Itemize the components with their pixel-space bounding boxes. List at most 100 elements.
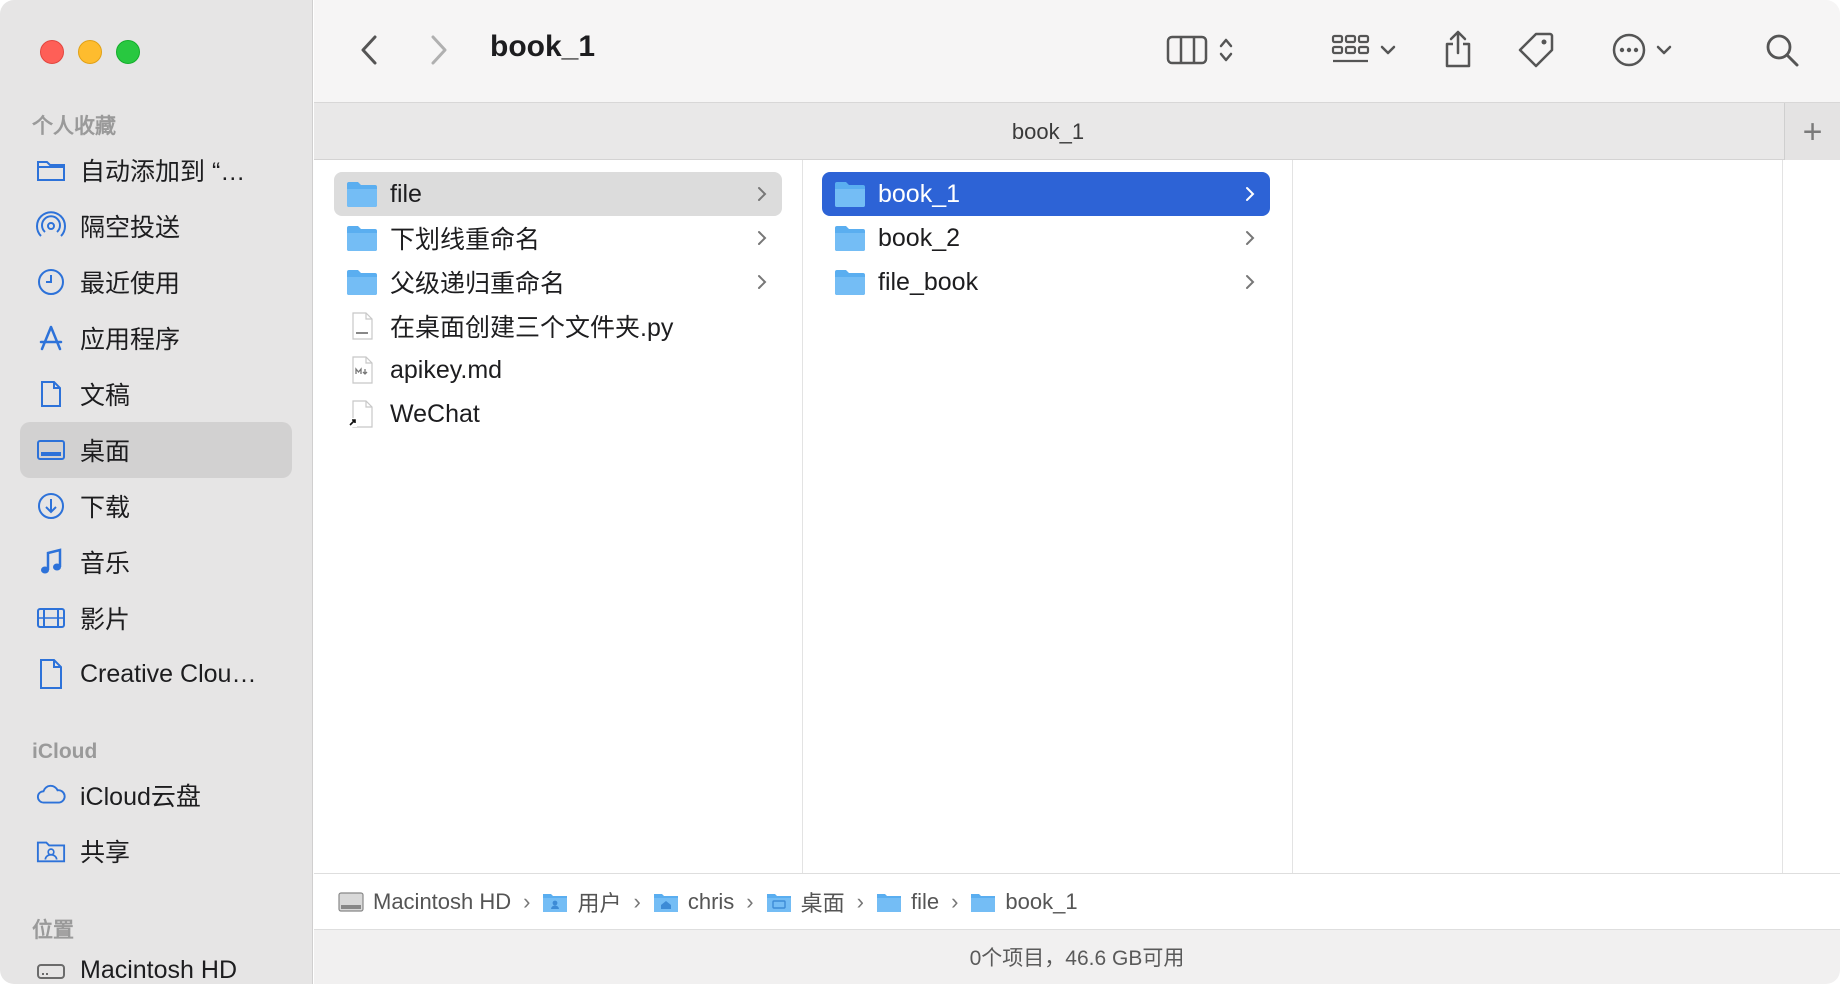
- home-folder-icon: [653, 893, 678, 912]
- breadcrumb-users[interactable]: 用户: [542, 886, 622, 918]
- alias-icon: [348, 400, 373, 428]
- chevron-right-icon: ›: [856, 888, 864, 914]
- sidebar-item-downloads[interactable]: 下载: [20, 478, 292, 534]
- sidebar-item-recents[interactable]: 最近使用: [20, 254, 292, 310]
- locations-header: 位置: [32, 919, 74, 942]
- tags-button[interactable]: [1514, 26, 1558, 74]
- window-title: book_1: [490, 30, 596, 63]
- document-icon: [36, 379, 66, 409]
- list-item[interactable]: 父级递归重命名: [334, 260, 782, 304]
- sidebar: 个人收藏 自动添加到 “… 隔空投送 最近使用 应用程序 文稿 桌面 下载 音乐…: [0, 0, 313, 984]
- sidebar-item-airdrop[interactable]: 隔空投送: [20, 198, 292, 254]
- sidebar-item-desktop[interactable]: 桌面: [20, 422, 292, 478]
- shared-folder-icon: [36, 836, 66, 866]
- desktop-folder-icon: [766, 893, 791, 912]
- chevron-updown-icon: [1219, 38, 1233, 62]
- column-browser: file 下划线重命名 父级递归重命名 在桌面创建三个文件夹.py apikey…: [314, 160, 1840, 873]
- breadcrumb-book-1[interactable]: book_1: [970, 889, 1078, 915]
- chevron-down-icon: [1380, 45, 1396, 55]
- grid-icon: [1331, 34, 1370, 63]
- chevron-right-icon: [1246, 187, 1255, 201]
- share-button[interactable]: [1438, 24, 1478, 74]
- sidebar-item-icloud-drive[interactable]: iCloud云盘: [20, 767, 292, 823]
- markdown-file-icon: [352, 356, 373, 384]
- list-item[interactable]: file: [334, 172, 782, 216]
- chevron-right-icon: ›: [633, 888, 641, 914]
- desktop-icon: [36, 435, 66, 465]
- folder-icon: [835, 226, 865, 251]
- sidebar-item-shared[interactable]: 共享: [20, 823, 292, 879]
- chevron-right-icon: [431, 35, 447, 65]
- chevron-right-icon: [1246, 231, 1255, 245]
- sidebar-item-label: 影片: [80, 606, 131, 634]
- folder-icon: [36, 155, 66, 185]
- disk-icon: [36, 955, 66, 984]
- sidebar-item-label: 桌面: [80, 438, 131, 466]
- chevron-right-icon: [1246, 275, 1255, 289]
- chevron-left-icon: [361, 35, 377, 65]
- sidebar-item-applications[interactable]: 应用程序: [20, 310, 292, 366]
- sidebar-item-label: 音乐: [80, 550, 131, 578]
- chevron-right-icon: [758, 275, 767, 289]
- tab-bar: book_1 +: [314, 102, 1840, 161]
- breadcrumb-macintosh-hd[interactable]: Macintosh HD: [338, 889, 511, 915]
- share-icon: [1445, 30, 1471, 68]
- column-3: [1293, 160, 1783, 873]
- forward-button[interactable]: [424, 30, 454, 70]
- cloud-icon: [36, 780, 66, 810]
- search-icon: [1766, 34, 1799, 67]
- download-icon: [36, 491, 66, 521]
- close-window-button[interactable]: [40, 40, 64, 64]
- sidebar-item-label: 下载: [80, 494, 131, 522]
- column-1: file 下划线重命名 父级递归重命名 在桌面创建三个文件夹.py apikey…: [314, 160, 803, 873]
- sidebar-item-movies[interactable]: 影片: [20, 590, 292, 646]
- disk-icon: [338, 891, 364, 912]
- favorites-header: 个人收藏: [32, 115, 116, 138]
- folder-icon: [835, 182, 865, 207]
- breadcrumb-chris[interactable]: chris: [653, 889, 734, 915]
- window-controls: [40, 40, 140, 64]
- file-icon: [36, 659, 66, 689]
- list-item[interactable]: book_1: [822, 172, 1270, 216]
- sidebar-item-label: 文稿: [80, 382, 131, 410]
- sidebar-item-documents[interactable]: 文稿: [20, 366, 292, 422]
- new-tab-button[interactable]: +: [1784, 103, 1840, 161]
- chevron-right-icon: ›: [523, 888, 531, 914]
- sidebar-item-creative-cloud[interactable]: Creative Clou…: [20, 646, 292, 702]
- columns-view-icon: [1166, 35, 1208, 65]
- back-button[interactable]: [354, 30, 384, 70]
- chevron-right-icon: [758, 187, 767, 201]
- breadcrumb-desktop[interactable]: 桌面: [766, 886, 845, 918]
- python-file-icon: [352, 312, 373, 340]
- sidebar-item-music[interactable]: 音乐: [20, 534, 292, 590]
- group-button[interactable]: [1324, 28, 1404, 72]
- tag-icon: [1518, 32, 1554, 68]
- search-button[interactable]: [1760, 28, 1804, 72]
- view-mode-button[interactable]: [1160, 28, 1240, 72]
- sidebar-item-label: 应用程序: [80, 326, 181, 354]
- list-item[interactable]: book_2: [822, 216, 1270, 260]
- zoom-window-button[interactable]: [116, 40, 140, 64]
- sidebar-item-macintosh-hd[interactable]: Macintosh HD: [20, 942, 292, 984]
- ellipsis-circle-icon: [1612, 33, 1646, 67]
- list-item[interactable]: file_book: [822, 260, 1270, 304]
- status-bar: 0个项目，46.6 GB可用: [314, 929, 1840, 984]
- list-item[interactable]: apikey.md: [334, 348, 782, 392]
- chevron-right-icon: [758, 231, 767, 245]
- sidebar-item-label: iCloud云盘: [80, 783, 201, 811]
- sidebar-item-label: 自动添加到 “…: [80, 158, 246, 186]
- list-item[interactable]: 下划线重命名: [334, 216, 782, 260]
- list-item[interactable]: 在桌面创建三个文件夹.py: [334, 304, 782, 348]
- list-item[interactable]: WeChat: [334, 392, 782, 436]
- folder-icon: [835, 270, 865, 295]
- path-bar: Macintosh HD › 用户 › chris › 桌面 › file › …: [314, 873, 1840, 929]
- sidebar-item-label: Creative Clou…: [80, 659, 257, 688]
- more-actions-button[interactable]: [1602, 28, 1682, 72]
- folder-icon: [876, 893, 901, 912]
- sidebar-item-label: 隔空投送: [80, 214, 181, 242]
- sidebar-item-auto-added[interactable]: 自动添加到 “…: [20, 142, 292, 198]
- folder-icon: [543, 893, 568, 912]
- breadcrumb-file[interactable]: file: [876, 889, 939, 915]
- tab-book-1[interactable]: book_1: [314, 119, 1782, 145]
- minimize-window-button[interactable]: [78, 40, 102, 64]
